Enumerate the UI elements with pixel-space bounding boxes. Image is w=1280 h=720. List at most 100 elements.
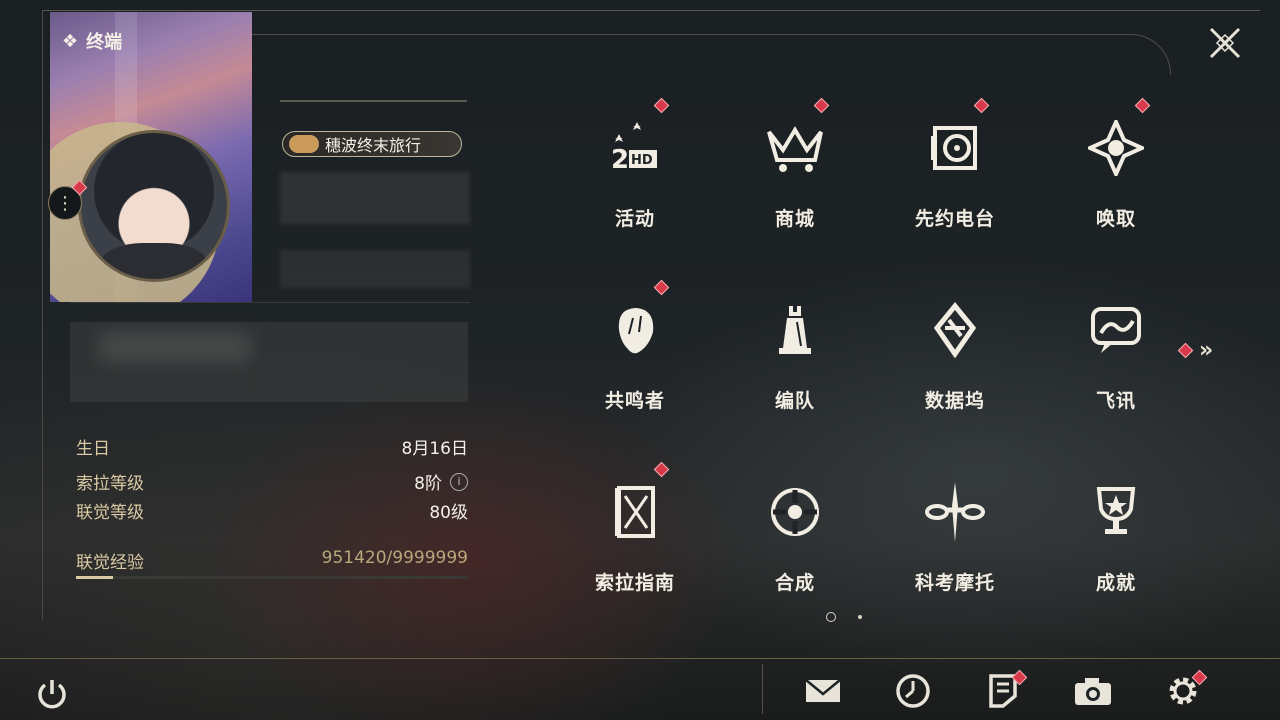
- menu-item-label: 共鸣者: [604, 390, 665, 412]
- resonator-portrait-icon: [603, 298, 667, 362]
- menu-item-shop[interactable]: 商城: [730, 94, 860, 244]
- diamond-logo-icon: ❖: [62, 30, 79, 52]
- badge-capybara-icon: [289, 135, 319, 153]
- menu-item-achievement[interactable]: 成就: [1051, 458, 1181, 608]
- camera-icon: [1075, 678, 1111, 705]
- menu-item-team[interactable]: 编队: [730, 276, 860, 426]
- stat-value-text: 8阶: [414, 474, 442, 494]
- stat-row-sola-level: 索拉等级 8阶 i: [76, 467, 468, 496]
- page-dot-active[interactable]: [826, 612, 836, 622]
- menu-item-label: 索拉指南: [594, 572, 675, 594]
- trophy-icon: [1084, 480, 1148, 544]
- blurred-id-area: [280, 250, 470, 288]
- alert-dot: [1177, 342, 1194, 359]
- page-indicator: [826, 612, 862, 622]
- mail-icon: [805, 679, 841, 702]
- avatar-coat: [101, 243, 207, 279]
- profile-separator: [70, 302, 470, 303]
- notice-button[interactable]: [980, 668, 1028, 714]
- menu-item-label: 飞讯: [1095, 390, 1136, 412]
- menu-item-label: 编队: [774, 390, 815, 412]
- camera-button[interactable]: [1070, 668, 1116, 714]
- menu-item-resonator[interactable]: 共鸣者: [570, 276, 700, 426]
- power-icon: [38, 680, 66, 709]
- page-dot[interactable]: [858, 615, 862, 619]
- alert-dot: [653, 461, 670, 478]
- frame-left-line: [42, 10, 43, 620]
- stat-label: 索拉等级: [76, 474, 144, 494]
- double-chevron-right-icon: »: [1199, 338, 1214, 363]
- stat-value: 80级: [429, 498, 468, 523]
- clock-icon: [896, 674, 930, 708]
- summon-compass-icon: [1084, 116, 1148, 180]
- info-icon[interactable]: i: [450, 472, 468, 491]
- exp-progress-fill: [76, 576, 114, 579]
- settings-button[interactable]: [1160, 668, 1208, 714]
- svg-text:HD: HD: [631, 153, 653, 168]
- bottom-bar-line: [0, 658, 1280, 659]
- power-button[interactable]: [32, 674, 72, 714]
- data-dock-icon: [923, 298, 987, 362]
- svg-text:2: 2: [611, 145, 629, 175]
- menu-item-guide[interactable]: 索拉指南: [570, 458, 700, 608]
- title-badge-text: 穗波终末旅行: [325, 136, 422, 155]
- motorcycle-icon: [923, 480, 987, 544]
- team-chess-icon: [763, 298, 827, 362]
- close-button[interactable]: [1196, 16, 1254, 70]
- stat-row-union-level: 联觉等级 80级: [76, 496, 468, 525]
- exp-progress-bar: [76, 576, 468, 579]
- menu-item-summon[interactable]: 唤取: [1051, 94, 1181, 244]
- activity-icon: 2 HD: [603, 116, 667, 180]
- page-title: ❖ 终端: [62, 28, 122, 54]
- bottom-bar-divider: [762, 664, 763, 714]
- alert-dot: [653, 279, 670, 296]
- menu-item-label: 唤取: [1095, 208, 1136, 230]
- title-badge[interactable]: 穗波终末旅行: [282, 131, 462, 157]
- alert-dot: [973, 97, 990, 114]
- exp-value: 951420/9999999: [321, 548, 468, 568]
- close-icon: [1209, 27, 1241, 59]
- stat-label: 生日: [76, 439, 110, 459]
- menu-item-label: 活动: [614, 208, 655, 230]
- blurred-signature-text: [100, 332, 250, 362]
- menu-item-label: 科考摩托: [914, 572, 995, 594]
- guide-book-icon: [603, 480, 667, 544]
- menu-item-label: 商城: [774, 208, 815, 230]
- menu-item-activity[interactable]: 2 HD 活动: [570, 94, 700, 244]
- frame-top-line: [42, 10, 1260, 11]
- next-page-button[interactable]: »: [1177, 338, 1214, 363]
- clock-button[interactable]: [890, 668, 936, 714]
- menu-item-radio[interactable]: 先约电台: [890, 94, 1020, 244]
- stat-label: 联觉等级: [76, 503, 144, 523]
- exp-label: 联觉经验: [76, 553, 144, 573]
- stat-value: 8月16日: [402, 434, 468, 459]
- stat-value: 8阶 i: [414, 469, 468, 494]
- menu-item-label: 先约电台: [914, 208, 995, 230]
- menu-item-data-dock[interactable]: 数据坞: [890, 276, 1020, 426]
- menu-item-label: 成就: [1095, 572, 1136, 594]
- stat-value-text: 80级: [429, 503, 468, 523]
- exp-row: 联觉经验 951420/9999999: [76, 548, 468, 573]
- radio-icon: [923, 116, 987, 180]
- alert-dot: [653, 97, 670, 114]
- menu-item-label: 合成: [774, 572, 815, 594]
- stat-row-birthday: 生日 8月16日: [76, 432, 468, 461]
- menu-item-synthesis[interactable]: 合成: [730, 458, 860, 608]
- shop-cart-icon: [763, 116, 827, 180]
- menu-item-motorcycle[interactable]: 科考摩托: [890, 458, 1020, 608]
- blurred-name-area: [280, 172, 470, 224]
- alert-dot: [1134, 97, 1151, 114]
- alert-dot: [813, 97, 830, 114]
- avatar[interactable]: [78, 130, 230, 282]
- blurred-signature-area: [70, 322, 468, 402]
- name-underline: [280, 100, 467, 102]
- synthesis-icon: [763, 480, 827, 544]
- stat-value-text: 8月16日: [401, 439, 468, 459]
- mail-button[interactable]: [800, 668, 846, 714]
- frame-curve: [250, 34, 1171, 75]
- page-title-text: 终端: [86, 32, 123, 53]
- message-bubble-icon: [1084, 298, 1148, 362]
- menu-item-message[interactable]: 飞讯: [1051, 276, 1181, 426]
- more-dots-icon: ⋮: [56, 192, 74, 214]
- profile-stats: 生日 8月16日 索拉等级 8阶 i 联觉等级 80级: [76, 432, 468, 525]
